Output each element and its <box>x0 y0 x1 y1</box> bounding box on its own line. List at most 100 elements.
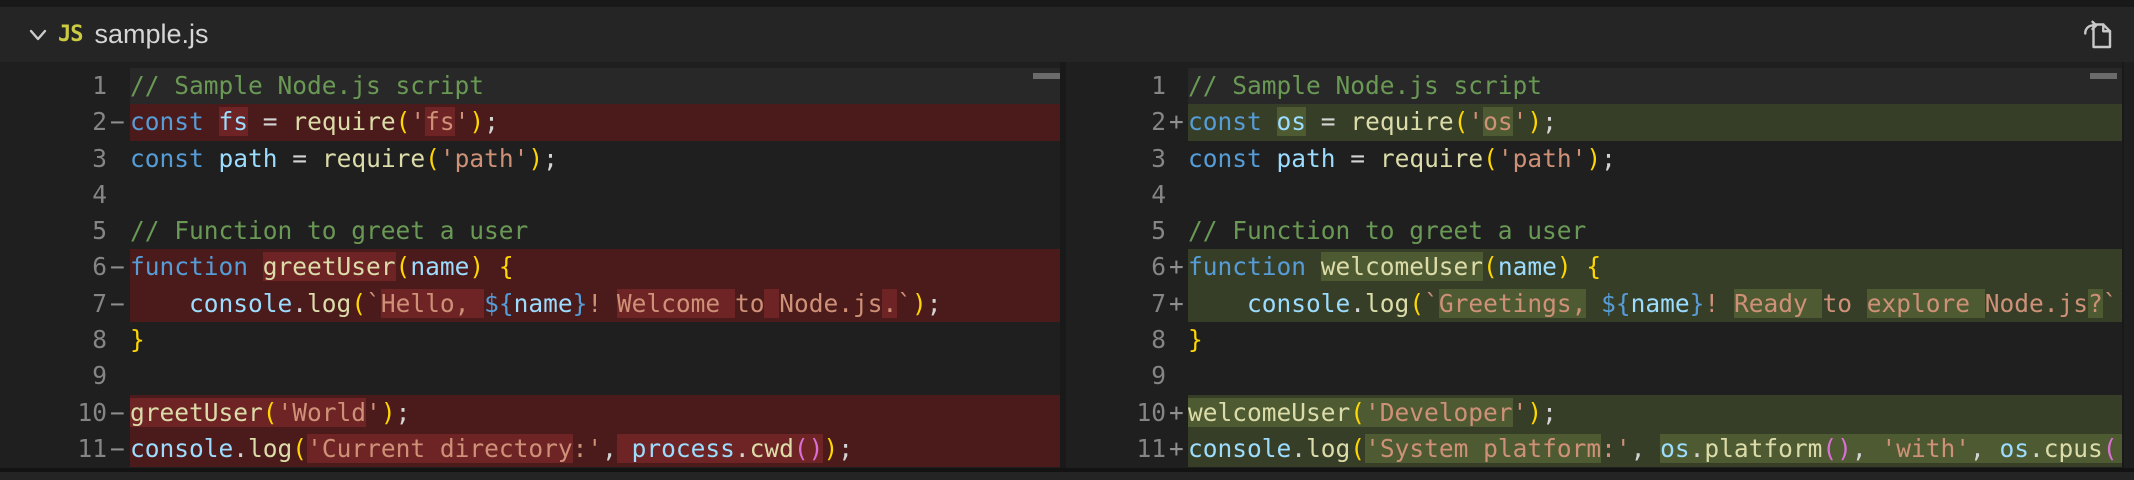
code-content[interactable]: console.log('Current directory:', proces… <box>130 431 1060 467</box>
code-content[interactable]: console.log('System platform:', os.platf… <box>1188 431 2122 467</box>
code-line[interactable]: 3 const path = require('path'); <box>0 141 1060 177</box>
code-line[interactable]: 9 <box>1066 358 2122 394</box>
code-line[interactable]: 4 <box>0 177 1060 213</box>
line-gutter[interactable]: 10− <box>0 395 130 431</box>
code-content[interactable]: const os = require('os'); <box>1188 104 2122 140</box>
code-content[interactable] <box>130 358 1060 394</box>
line-number[interactable]: 2 <box>1066 104 1166 140</box>
line-gutter[interactable]: 1 <box>1066 68 1188 104</box>
code-content[interactable] <box>1188 358 2122 394</box>
code-content[interactable]: // Function to greet a user <box>1188 213 2122 249</box>
code-token: ) <box>1586 144 1601 173</box>
code-token: require <box>292 107 395 136</box>
line-gutter[interactable]: 10+ <box>1066 395 1188 431</box>
line-gutter[interactable]: 1 <box>0 68 130 104</box>
line-number[interactable]: 8 <box>0 322 107 358</box>
code-content[interactable]: console.log(`Hello, ${name}! Welcome to … <box>130 286 1060 322</box>
code-line[interactable]: 11+console.log('System platform:', os.pl… <box>1066 431 2122 467</box>
line-gutter[interactable]: 11− <box>0 431 130 467</box>
line-number[interactable]: 9 <box>0 358 107 394</box>
go-to-file-icon[interactable] <box>2076 13 2120 57</box>
line-number[interactable]: 5 <box>1066 213 1166 249</box>
code-token: ( <box>1454 107 1469 136</box>
line-number[interactable]: 7 <box>0 286 107 322</box>
line-gutter[interactable]: 4 <box>1066 177 1188 213</box>
code-line[interactable]: 2+const os = require('os'); <box>1066 104 2122 140</box>
line-gutter[interactable]: 9 <box>0 358 130 394</box>
line-number[interactable]: 11 <box>1066 431 1166 467</box>
line-number[interactable]: 10 <box>1066 395 1166 431</box>
line-gutter[interactable]: 5 <box>1066 213 1188 249</box>
code-line[interactable]: 8 } <box>1066 322 2122 358</box>
code-token: ) <box>381 398 396 427</box>
line-gutter[interactable]: 3 <box>1066 141 1188 177</box>
code-content[interactable]: // Sample Node.js script <box>130 68 1060 104</box>
line-gutter[interactable]: 2+ <box>1066 104 1188 140</box>
line-gutter[interactable]: 7+ <box>1066 286 1188 322</box>
line-gutter[interactable]: 9 <box>1066 358 1188 394</box>
line-number[interactable]: 2 <box>0 104 107 140</box>
line-number[interactable]: 6 <box>0 249 107 285</box>
code-line[interactable]: 4 <box>1066 177 2122 213</box>
line-gutter[interactable]: 3 <box>0 141 130 177</box>
code-content[interactable]: function greetUser(name) { <box>130 249 1060 285</box>
line-number[interactable]: 1 <box>1066 68 1166 104</box>
line-gutter[interactable]: 2− <box>0 104 130 140</box>
code-line[interactable]: 3 const path = require('path'); <box>1066 141 2122 177</box>
code-line[interactable]: 5 // Function to greet a user <box>1066 213 2122 249</box>
line-number[interactable]: 8 <box>1066 322 1166 358</box>
code-line[interactable]: 1 // Sample Node.js script <box>0 68 1060 104</box>
line-number[interactable]: 4 <box>0 177 107 213</box>
code-line[interactable]: 6−function greetUser(name) { <box>0 249 1060 285</box>
line-number[interactable]: 6 <box>1066 249 1166 285</box>
code-content[interactable] <box>130 177 1060 213</box>
code-content[interactable]: welcomeUser('Developer'); <box>1188 395 2122 431</box>
chevron-down-icon[interactable] <box>22 19 54 51</box>
line-number[interactable]: 10 <box>0 395 107 431</box>
line-gutter[interactable]: 7− <box>0 286 130 322</box>
line-gutter[interactable]: 6− <box>0 249 130 285</box>
left-vertical-scrollbar-thumb[interactable] <box>1033 73 1060 79</box>
line-gutter[interactable]: 4 <box>0 177 130 213</box>
code-content[interactable]: function welcomeUser(name) { <box>1188 249 2122 285</box>
code-line[interactable]: 7− console.log(`Hello, ${name}! Welcome … <box>0 286 1060 322</box>
code-token: ( <box>1483 144 1498 173</box>
code-content[interactable]: // Function to greet a user <box>130 213 1060 249</box>
code-line[interactable]: 7+ console.log(`Greetings, ${name}! Read… <box>1066 286 2122 322</box>
line-gutter[interactable]: 8 <box>1066 322 1188 358</box>
code-line[interactable]: 5 // Function to greet a user <box>0 213 1060 249</box>
code-line[interactable]: 9 <box>0 358 1060 394</box>
line-number[interactable]: 9 <box>1066 358 1166 394</box>
line-number[interactable]: 3 <box>0 141 107 177</box>
code-content[interactable]: console.log(`Greetings, ${name}! Ready t… <box>1188 286 2122 322</box>
line-gutter[interactable]: 5 <box>0 213 130 249</box>
code-content[interactable]: const fs = require('fs'); <box>130 104 1060 140</box>
line-number[interactable]: 7 <box>1066 286 1166 322</box>
line-gutter[interactable]: 6+ <box>1066 249 1188 285</box>
code-line[interactable]: 11−console.log('Current directory:', pro… <box>0 431 1060 467</box>
line-gutter[interactable]: 8 <box>0 322 130 358</box>
code-content[interactable]: } <box>130 322 1060 358</box>
code-content[interactable]: const path = require('path'); <box>130 141 1060 177</box>
code-content[interactable]: // Sample Node.js script <box>1188 68 2122 104</box>
code-line[interactable]: 10−greetUser('World'); <box>0 395 1060 431</box>
line-gutter[interactable]: 11+ <box>1066 431 1188 467</box>
code-content[interactable]: greetUser('World'); <box>130 395 1060 431</box>
overview-ruler[interactable] <box>2122 62 2134 468</box>
line-number[interactable]: 5 <box>0 213 107 249</box>
line-number[interactable]: 1 <box>0 68 107 104</box>
code-line[interactable]: 1 // Sample Node.js script <box>1066 68 2122 104</box>
line-number[interactable]: 11 <box>0 431 107 467</box>
code-line[interactable]: 8 } <box>0 322 1060 358</box>
line-number[interactable]: 3 <box>1066 141 1166 177</box>
code-content[interactable]: const path = require('path'); <box>1188 141 2122 177</box>
code-content[interactable]: } <box>1188 322 2122 358</box>
right-vertical-scrollbar-thumb[interactable] <box>2090 73 2117 79</box>
code-line[interactable]: 10+welcomeUser('Developer'); <box>1066 395 2122 431</box>
diff-file-header: JS sample.js <box>0 0 2134 62</box>
line-number[interactable]: 4 <box>1066 177 1166 213</box>
code-token: 'System platform <box>1365 434 1601 463</box>
code-line[interactable]: 6+function welcomeUser(name) { <box>1066 249 2122 285</box>
code-content[interactable] <box>1188 177 2122 213</box>
code-line[interactable]: 2−const fs = require('fs'); <box>0 104 1060 140</box>
